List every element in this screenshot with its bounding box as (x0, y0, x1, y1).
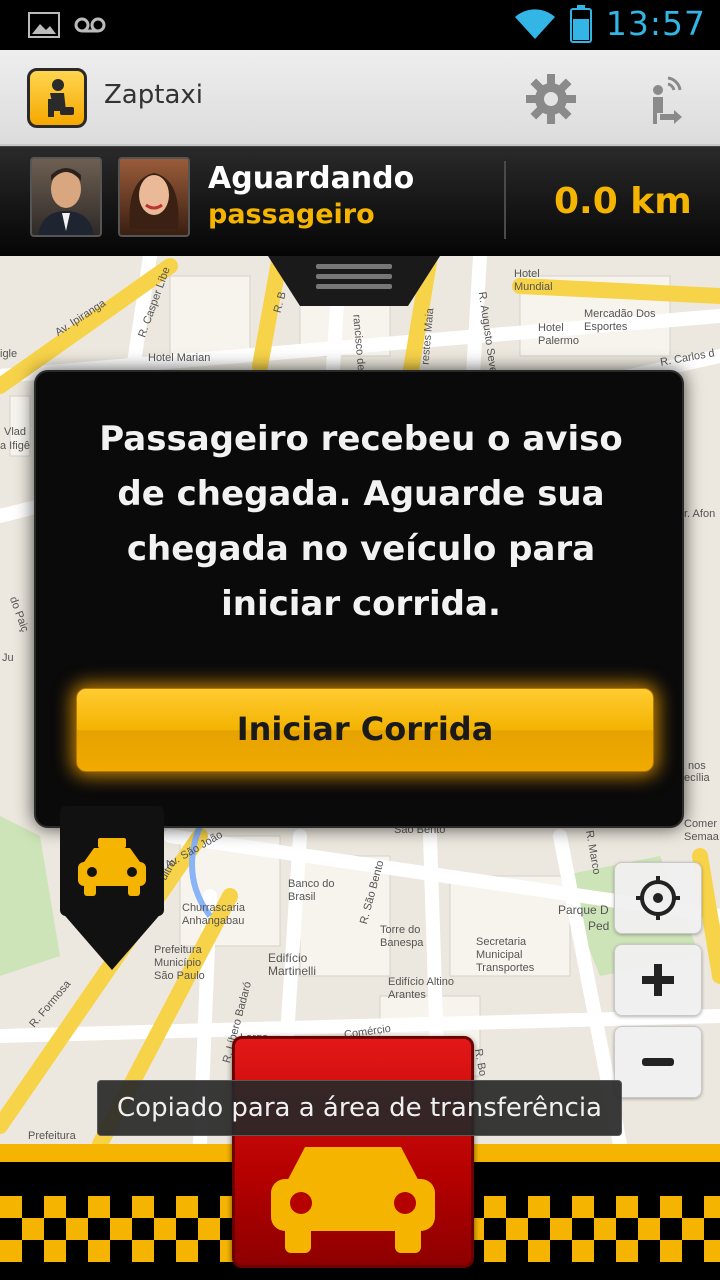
map-label: Ped (588, 919, 610, 933)
ride-status-subtitle: passageiro (208, 199, 375, 230)
map-label: Hotel Marian (148, 352, 211, 364)
map-label: Parque D (558, 903, 609, 917)
map-label: a Ifigê (0, 440, 30, 452)
ride-info-bar: Aguardando passageiro 0.0 km (0, 146, 720, 256)
map-label: Comer Semaa (684, 818, 719, 843)
map-label: igle (0, 348, 18, 360)
battery-icon (569, 4, 592, 43)
locate-icon (636, 876, 680, 920)
dialog-message: Passageiro recebeu o aviso de chegada. A… (99, 419, 623, 624)
map-label: Secretaria Municipal Transportes (476, 936, 535, 974)
passenger-signal-icon[interactable] (640, 72, 690, 128)
zoom-out-button[interactable] (614, 1026, 702, 1098)
zoom-in-icon (642, 964, 674, 996)
map-label: Ju (2, 652, 14, 664)
map-label: Banco do Brasil (288, 878, 335, 903)
taxi-button[interactable] (232, 1036, 474, 1268)
wifi-icon (514, 8, 555, 39)
action-bar: Zaptaxi (0, 50, 720, 146)
map-label: Vlad (4, 426, 27, 438)
arrival-dialog: Passageiro recebeu o aviso de chegada. A… (34, 370, 684, 828)
taxi-car-icon (271, 1147, 435, 1253)
app-title: Zaptaxi (104, 80, 203, 110)
map-label: Torre do Banespa (380, 924, 424, 949)
driver-avatar[interactable] (30, 157, 102, 237)
gear-icon[interactable] (524, 72, 578, 126)
map-label: Hotel Mundial (514, 268, 553, 293)
map-label: r. Afon (684, 508, 716, 520)
map-label: ecília (684, 772, 710, 784)
clipboard-toast: Copiado para a área de transferência (97, 1080, 622, 1136)
image-notification-icon (28, 12, 60, 38)
map-label: Edifício Martinelli (268, 951, 317, 978)
zoom-in-button[interactable] (614, 944, 702, 1016)
divider (504, 161, 506, 239)
voicemail-icon (74, 17, 106, 33)
map-label: Prefeitura (28, 1130, 76, 1142)
status-bar: 13:57 (0, 0, 720, 50)
map-label: Mercadão Dos Esportes (584, 308, 656, 333)
clock: 13:57 (605, 4, 706, 43)
map-label: Edifício Altino Arantes (388, 976, 455, 1001)
zaptaxi-logo-icon[interactable] (27, 68, 87, 128)
taxi-marker-icon[interactable] (60, 806, 164, 970)
zoom-out-icon (642, 1058, 674, 1066)
distance-value: 0.0 km (554, 181, 692, 222)
map-label: Churrascaria Anhangabau (182, 902, 245, 927)
ride-status-title: Aguardando (208, 161, 415, 196)
passenger-avatar[interactable] (118, 157, 190, 237)
start-ride-button[interactable]: Iniciar Corrida (76, 688, 654, 772)
drawer-handle-icon[interactable] (268, 256, 440, 306)
locate-button[interactable] (614, 862, 702, 934)
